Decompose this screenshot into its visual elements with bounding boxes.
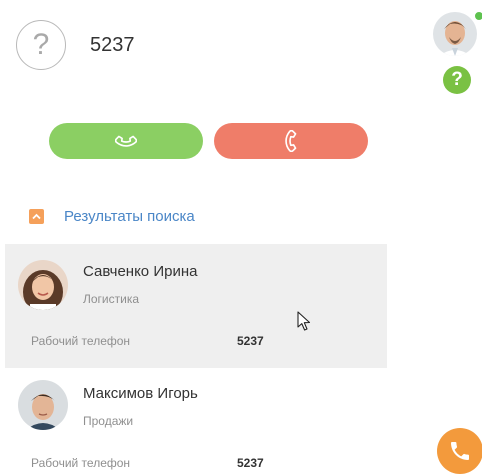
- phone-icon: [451, 442, 469, 460]
- question-mark-icon: ?: [32, 28, 50, 61]
- contact-name[interactable]: Максимов Игорь: [83, 385, 198, 402]
- contact-name[interactable]: Савченко Ирина: [83, 263, 197, 280]
- chevron-up-icon: [32, 213, 41, 220]
- contact-photo: [18, 260, 68, 310]
- collapse-toggle[interactable]: [29, 209, 44, 224]
- search-results-title[interactable]: Результаты поиска: [64, 208, 195, 225]
- user-avatar[interactable]: [433, 12, 477, 56]
- hangup-call-button[interactable]: [214, 123, 368, 159]
- contact-photo: [18, 380, 68, 430]
- phone-hangup-icon: [285, 130, 297, 152]
- contact-card[interactable]: Савченко Ирина Логистика Рабочий телефон…: [5, 244, 387, 368]
- contact-department: Продажи: [83, 414, 134, 428]
- mouse-cursor-icon: [297, 311, 311, 331]
- help-button[interactable]: ?: [443, 66, 471, 94]
- online-status-indicator: [474, 11, 482, 21]
- phone-label: Рабочий телефон: [31, 456, 131, 470]
- phone-number[interactable]: 5237: [237, 334, 264, 348]
- caller-number: 5237: [90, 34, 135, 56]
- answer-call-button[interactable]: [49, 123, 203, 159]
- contact-card[interactable]: Максимов Игорь Продажи Рабочий телефон 5…: [5, 368, 387, 472]
- caller-avatar: ?: [16, 20, 66, 70]
- phone-icon: [115, 135, 137, 147]
- contact-department: Логистика: [83, 292, 140, 306]
- phone-label: Рабочий телефон: [31, 334, 131, 348]
- search-results-header: Результаты поиска: [29, 208, 195, 225]
- phone-panel-button[interactable]: [437, 428, 482, 474]
- phone-number[interactable]: 5237: [237, 456, 264, 470]
